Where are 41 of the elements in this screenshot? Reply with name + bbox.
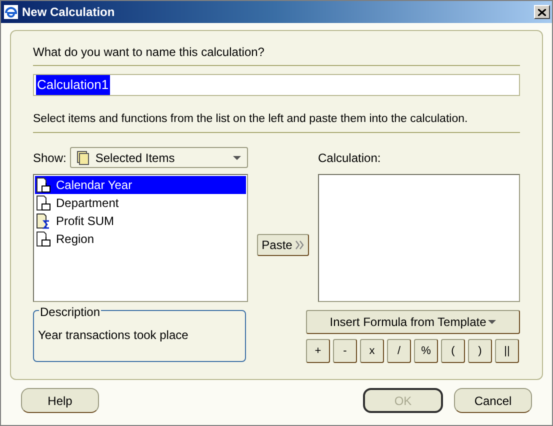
caret-icon [233, 156, 241, 160]
item-label: Region [56, 231, 94, 248]
instructions-text: Select items and functions from the list on the left and paste them into the calculation. [33, 111, 520, 134]
paste-button[interactable]: Paste [256, 234, 310, 256]
name-prompt: What do you want to name this calculation? [33, 43, 520, 66]
description-text: Year transactions took place [38, 328, 188, 342]
item-icon [36, 177, 52, 194]
list-item[interactable]: Region [35, 230, 246, 248]
sum-icon [36, 213, 52, 230]
list-item[interactable]: Calendar Year [35, 176, 246, 194]
item-label: Profit SUM [56, 213, 114, 230]
operator-button[interactable]: + [306, 339, 330, 364]
show-dropdown[interactable]: Selected Items [70, 147, 248, 168]
list-item[interactable]: Profit SUM [35, 212, 246, 230]
operator-button[interactable]: % [414, 339, 438, 364]
caret-icon [488, 320, 496, 324]
list-item[interactable]: Department [35, 194, 246, 212]
insert-formula-button[interactable]: Insert Formula from Template [306, 310, 520, 334]
operator-button[interactable]: - [333, 339, 357, 364]
calculation-label: Calculation: [318, 150, 382, 167]
name-field[interactable]: Calculation1 [33, 74, 520, 96]
show-value: Selected Items [95, 150, 175, 167]
item-icon [36, 195, 52, 212]
chevron-icon [295, 240, 304, 250]
dialog-button[interactable]: Help [21, 388, 99, 413]
item-label: Calendar Year [56, 177, 132, 194]
app-icon [3, 4, 19, 20]
operator-button[interactable]: ) [468, 339, 492, 364]
window-title: New Calculation [22, 4, 115, 21]
folder-icon [77, 150, 90, 165]
operator-button[interactable]: / [387, 339, 411, 364]
operator-button[interactable]: || [495, 339, 519, 364]
show-label: Show: [33, 150, 66, 167]
operator-button[interactable]: x [360, 339, 384, 364]
close-button[interactable] [534, 5, 550, 19]
item-icon [36, 231, 52, 248]
close-icon [538, 8, 546, 16]
calculation-field[interactable] [318, 174, 520, 302]
dialog-button[interactable]: Cancel [454, 388, 532, 413]
item-label: Department [56, 195, 119, 212]
operator-button[interactable]: ( [441, 339, 465, 364]
